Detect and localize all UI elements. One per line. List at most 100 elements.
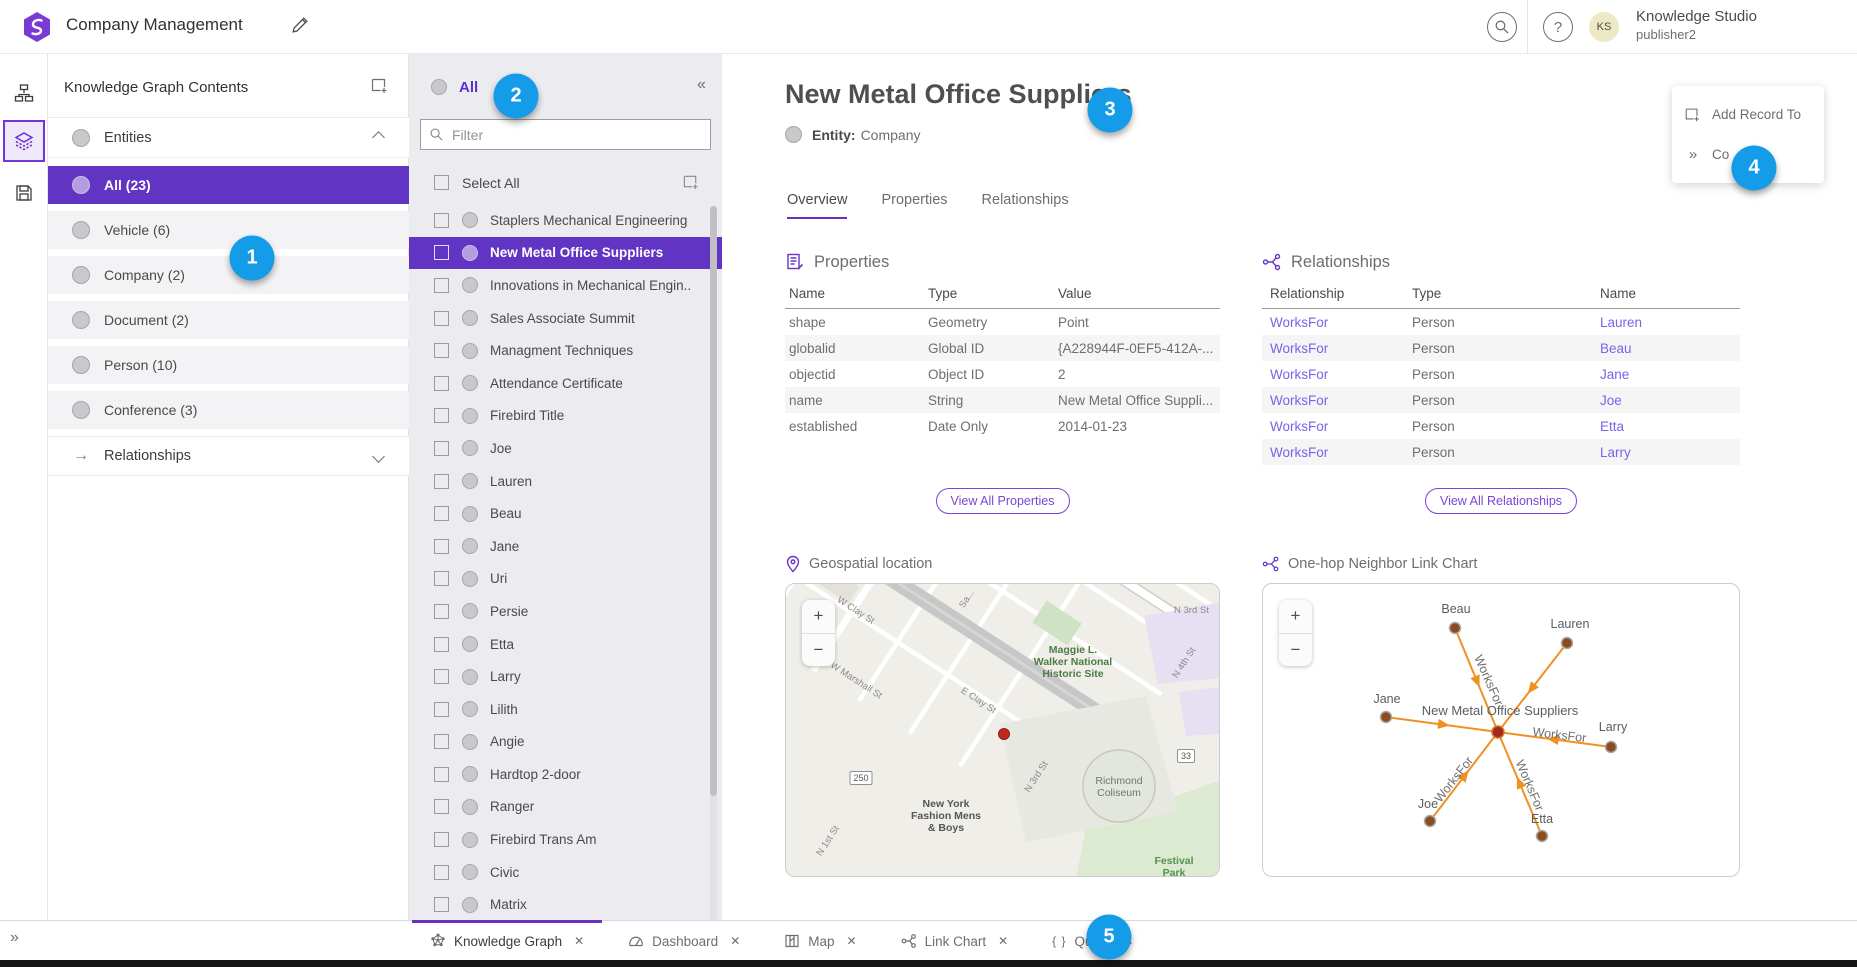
list-item[interactable]: Lauren bbox=[409, 465, 722, 498]
entity-type-row[interactable]: Company (2) bbox=[48, 256, 409, 294]
search-button[interactable] bbox=[1487, 12, 1517, 42]
map-marker[interactable] bbox=[999, 729, 1010, 740]
table-link[interactable]: Beau bbox=[1600, 341, 1732, 356]
item-checkbox[interactable] bbox=[434, 311, 449, 326]
tab-relationships[interactable]: Relationships bbox=[982, 192, 1069, 219]
item-checkbox[interactable] bbox=[434, 571, 449, 586]
list-item[interactable]: Matrix bbox=[409, 888, 722, 920]
list-item[interactable]: Firebird Title bbox=[409, 400, 722, 433]
item-checkbox[interactable] bbox=[434, 343, 449, 358]
edit-title-icon[interactable] bbox=[290, 15, 310, 35]
view-tab-dashboard[interactable]: Dashboard✕ bbox=[610, 921, 758, 961]
close-tab-icon[interactable]: ✕ bbox=[574, 934, 584, 948]
table-link[interactable]: Lauren bbox=[1600, 315, 1732, 330]
item-checkbox[interactable] bbox=[434, 799, 449, 814]
list-item[interactable]: Lilith bbox=[409, 693, 722, 726]
entity-type-row[interactable]: Document (2) bbox=[48, 301, 409, 339]
avatar[interactable]: KS bbox=[1589, 12, 1619, 42]
item-checkbox[interactable] bbox=[434, 408, 449, 423]
item-checkbox[interactable] bbox=[434, 604, 449, 619]
list-item[interactable]: Beau bbox=[409, 497, 722, 530]
view-tab-map[interactable]: Map✕ bbox=[766, 921, 874, 961]
table-link[interactable]: WorksFor bbox=[1262, 367, 1412, 382]
list-item[interactable]: New Metal Office Suppliers bbox=[409, 237, 722, 270]
item-checkbox[interactable] bbox=[434, 865, 449, 880]
data-model-rail-button[interactable] bbox=[3, 72, 45, 114]
list-item[interactable]: Civic bbox=[409, 856, 722, 889]
list-item[interactable]: Jane bbox=[409, 530, 722, 563]
list-item[interactable]: Innovations in Mechanical Engin... bbox=[409, 269, 722, 302]
select-all-row[interactable]: Select All bbox=[409, 166, 722, 199]
collapse-panel-icon[interactable]: « bbox=[697, 76, 706, 94]
table-link[interactable]: WorksFor bbox=[1262, 315, 1412, 330]
menu-item-add-record-to[interactable]: Add Record To bbox=[1672, 94, 1824, 134]
entity-type-row[interactable]: Vehicle (6) bbox=[48, 211, 409, 249]
center-node[interactable] bbox=[1492, 726, 1504, 738]
help-button[interactable]: ? bbox=[1543, 12, 1573, 42]
item-checkbox[interactable] bbox=[434, 474, 449, 489]
list-item[interactable]: Managment Techniques bbox=[409, 334, 722, 367]
table-link[interactable]: Joe bbox=[1600, 393, 1732, 408]
node[interactable] bbox=[1562, 638, 1573, 649]
node[interactable] bbox=[1425, 816, 1436, 827]
list-item[interactable]: Angie bbox=[409, 726, 722, 759]
table-link[interactable]: Larry bbox=[1600, 445, 1732, 460]
tab-overview[interactable]: Overview bbox=[787, 192, 847, 219]
item-checkbox[interactable] bbox=[434, 832, 449, 847]
filter-input[interactable] bbox=[450, 126, 710, 144]
relationships-section-header[interactable]: → Relationships bbox=[48, 436, 409, 476]
item-checkbox[interactable] bbox=[434, 702, 449, 717]
item-checkbox[interactable] bbox=[434, 213, 449, 228]
view-all-relationships-button[interactable]: View All Relationships bbox=[1425, 488, 1577, 514]
view-all-properties-button[interactable]: View All Properties bbox=[936, 488, 1070, 514]
table-link[interactable]: WorksFor bbox=[1262, 445, 1412, 460]
table-link[interactable]: WorksFor bbox=[1262, 341, 1412, 356]
tab-properties[interactable]: Properties bbox=[881, 192, 947, 219]
add-record-icon[interactable] bbox=[370, 76, 389, 95]
close-tab-icon[interactable]: ✕ bbox=[847, 934, 857, 948]
node[interactable] bbox=[1450, 623, 1461, 634]
zoom-in-button[interactable]: + bbox=[1279, 600, 1312, 634]
item-checkbox[interactable] bbox=[434, 506, 449, 521]
one-hop-link-chart[interactable]: WorksForWorksForWorksForWorksForNew Meta… bbox=[1262, 583, 1740, 877]
contents-rail-button[interactable] bbox=[3, 120, 45, 162]
list-item[interactable]: Ranger bbox=[409, 791, 722, 824]
zoom-out-button[interactable]: − bbox=[802, 634, 835, 667]
item-checkbox[interactable] bbox=[434, 376, 449, 391]
node[interactable] bbox=[1381, 712, 1392, 723]
item-checkbox[interactable] bbox=[434, 539, 449, 554]
item-checkbox[interactable] bbox=[434, 897, 449, 912]
save-rail-button[interactable] bbox=[3, 172, 45, 214]
select-all-checkbox[interactable] bbox=[434, 175, 449, 190]
list-item[interactable]: Larry bbox=[409, 660, 722, 693]
node[interactable] bbox=[1606, 742, 1617, 753]
item-checkbox[interactable] bbox=[434, 734, 449, 749]
close-tab-icon[interactable]: ✕ bbox=[730, 934, 740, 948]
item-checkbox[interactable] bbox=[434, 767, 449, 782]
zoom-in-button[interactable]: + bbox=[802, 600, 835, 634]
table-link[interactable]: Jane bbox=[1600, 367, 1732, 382]
list-item[interactable]: Hardtop 2-door bbox=[409, 758, 722, 791]
list-item[interactable]: Staplers Mechanical Engineering bbox=[409, 204, 722, 237]
item-checkbox[interactable] bbox=[434, 669, 449, 684]
item-checkbox[interactable] bbox=[434, 278, 449, 293]
add-selected-icon[interactable] bbox=[682, 173, 700, 191]
list-item[interactable]: Persie bbox=[409, 595, 722, 628]
all-radio-icon[interactable] bbox=[431, 79, 447, 95]
node[interactable] bbox=[1537, 831, 1548, 842]
table-link[interactable]: WorksFor bbox=[1262, 419, 1412, 434]
entities-section-header[interactable]: Entities bbox=[48, 118, 409, 158]
view-tab-knowledge-graph[interactable]: Knowledge Graph✕ bbox=[412, 921, 602, 961]
zoom-out-button[interactable]: − bbox=[1279, 634, 1312, 667]
entity-type-row[interactable]: Conference (3) bbox=[48, 391, 409, 429]
list-item[interactable]: Uri bbox=[409, 563, 722, 596]
view-tab-link-chart[interactable]: Link Chart✕ bbox=[883, 921, 1027, 961]
list-item[interactable]: Attendance Certificate bbox=[409, 367, 722, 400]
entity-type-row[interactable]: All (23) bbox=[48, 166, 409, 204]
list-item[interactable]: Joe bbox=[409, 432, 722, 465]
entity-type-row[interactable]: Person (10) bbox=[48, 346, 409, 384]
list-item[interactable]: Firebird Trans Am bbox=[409, 823, 722, 856]
table-link[interactable]: WorksFor bbox=[1262, 393, 1412, 408]
list-item[interactable]: Sales Associate Summit bbox=[409, 302, 722, 335]
item-checkbox[interactable] bbox=[434, 441, 449, 456]
